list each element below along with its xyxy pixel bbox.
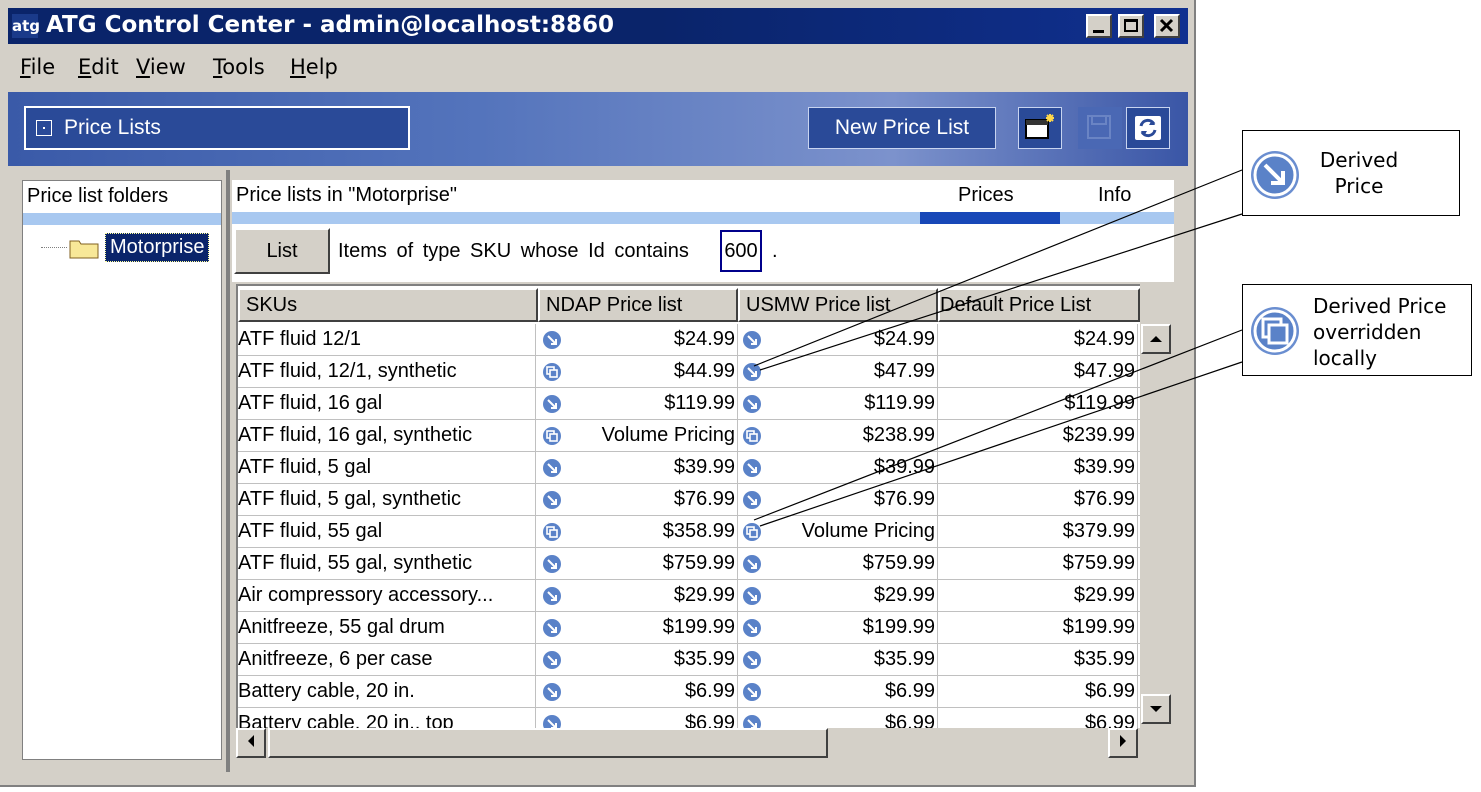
derived-callout-pointer <box>753 169 1243 371</box>
callout-override-line1: Derived Price <box>1313 294 1447 318</box>
callout-override-line2: overridden <box>1313 320 1422 344</box>
callout-derived-line2: Price <box>1334 174 1384 198</box>
override-price-callout: Derived Price overridden locally <box>1242 284 1472 376</box>
override-callout-pointer <box>753 329 1243 527</box>
callout-derived-line1: Derived <box>1319 148 1399 172</box>
override-price-icon <box>1251 307 1299 355</box>
callout-pointer-lines <box>753 169 1243 527</box>
derived-price-callout: Derived Price <box>1242 130 1460 216</box>
callout-override-line3: locally <box>1313 346 1377 370</box>
derived-price-icon <box>1251 151 1299 199</box>
